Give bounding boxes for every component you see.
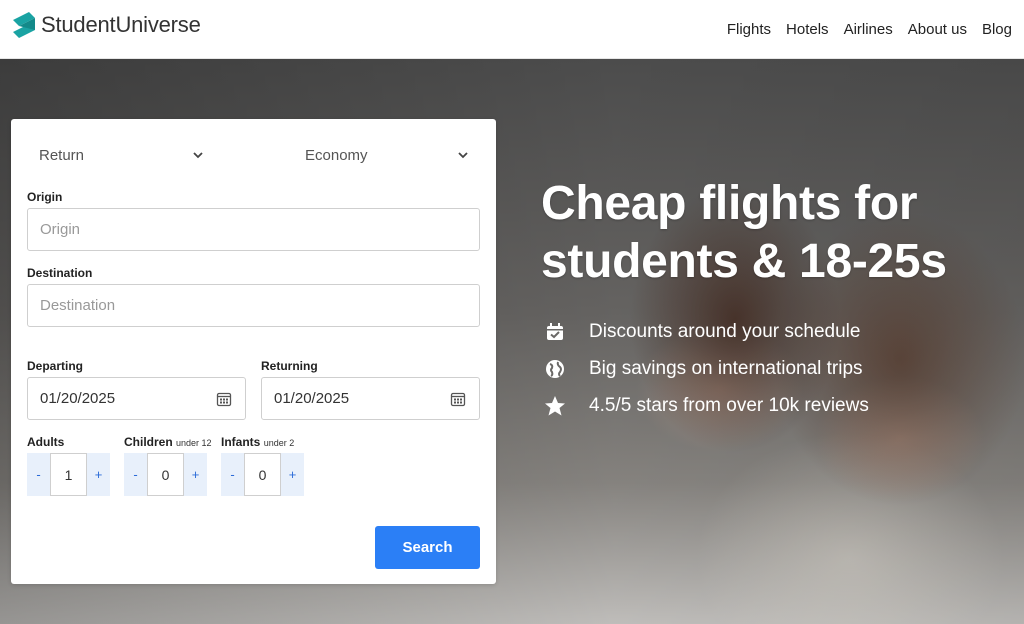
site-header: StudentUniverse Flights Hotels Airlines … — [0, 0, 1024, 59]
returning-date-input[interactable]: 01/20/2025 — [261, 377, 480, 420]
infants-note: under 2 — [263, 438, 295, 448]
brand-name: StudentUniverse — [41, 12, 201, 37]
infants-count[interactable]: 0 — [244, 453, 281, 496]
flight-search-form: Return Economy Origin Origin Destination… — [11, 119, 496, 584]
chevron-down-icon — [191, 148, 205, 162]
children-stepper: - 0 + — [124, 453, 207, 496]
departing-label: Departing — [27, 359, 84, 373]
infants-increment-button[interactable]: + — [281, 453, 304, 496]
children-note: under 12 — [176, 438, 212, 448]
returning-date-value: 01/20/2025 — [274, 390, 350, 407]
children-increment-button[interactable]: + — [184, 453, 207, 496]
children-decrement-button[interactable]: - — [124, 453, 147, 496]
trip-type-value: Return — [39, 146, 85, 164]
destination-label: Destination — [27, 266, 93, 280]
children-label: Children under 12 — [124, 435, 212, 449]
adults-stepper: - 1 + — [27, 453, 110, 496]
infants-decrement-button[interactable]: - — [221, 453, 244, 496]
nav-blog[interactable]: Blog — [982, 21, 1012, 38]
logo-icon — [11, 10, 37, 40]
infants-stepper: - 0 + — [221, 453, 304, 496]
returning-label: Returning — [261, 359, 318, 373]
headline-line-2: students & 18-25s — [541, 235, 947, 288]
origin-placeholder: Origin — [40, 221, 81, 238]
adults-increment-button[interactable]: + — [87, 453, 110, 496]
departing-date-value: 01/20/2025 — [40, 390, 116, 407]
destination-placeholder: Destination — [40, 297, 116, 314]
feature-item: Discounts around your schedule — [544, 313, 869, 350]
adults-label: Adults — [27, 435, 65, 449]
search-button[interactable]: Search — [375, 526, 480, 569]
departing-date-input[interactable]: 01/20/2025 — [27, 377, 246, 420]
feature-item: Big savings on international trips — [544, 350, 869, 387]
calendar-check-icon — [544, 321, 566, 343]
feature-text: Big savings on international trips — [589, 357, 863, 379]
nav-hotels[interactable]: Hotels — [786, 21, 829, 38]
chevron-down-icon — [456, 148, 470, 162]
star-icon — [544, 395, 566, 417]
globe-icon — [544, 358, 566, 380]
cabin-class-select[interactable]: Economy — [305, 143, 471, 167]
origin-label: Origin — [27, 190, 63, 204]
adults-count[interactable]: 1 — [50, 453, 87, 496]
nav-about-us[interactable]: About us — [908, 21, 967, 38]
trip-type-select[interactable]: Return — [39, 143, 205, 167]
children-count[interactable]: 0 — [147, 453, 184, 496]
calendar-icon[interactable] — [216, 391, 232, 407]
children-label-text: Children — [124, 435, 173, 449]
main-nav: Flights Hotels Airlines About us Blog — [727, 0, 1012, 59]
calendar-icon[interactable] — [450, 391, 466, 407]
origin-input[interactable]: Origin — [27, 208, 480, 251]
feature-text: 4.5/5 stars from over 10k reviews — [589, 394, 869, 416]
feature-text: Discounts around your schedule — [589, 320, 861, 342]
adults-decrement-button[interactable]: - — [27, 453, 50, 496]
nav-flights[interactable]: Flights — [727, 21, 771, 38]
infants-label-text: Infants — [221, 435, 261, 449]
destination-input[interactable]: Destination — [27, 284, 480, 327]
feature-item: 4.5/5 stars from over 10k reviews — [544, 387, 869, 424]
nav-airlines[interactable]: Airlines — [844, 21, 893, 38]
infants-label: Infants under 2 — [221, 435, 294, 449]
headline-line-1: Cheap flights for — [541, 177, 918, 230]
feature-list: Discounts around your schedule Big savin… — [544, 313, 869, 424]
logo[interactable]: StudentUniverse — [11, 10, 201, 40]
cabin-class-value: Economy — [305, 146, 368, 164]
hero-headline: Cheap flights for students & 18-25s — [541, 175, 1011, 291]
